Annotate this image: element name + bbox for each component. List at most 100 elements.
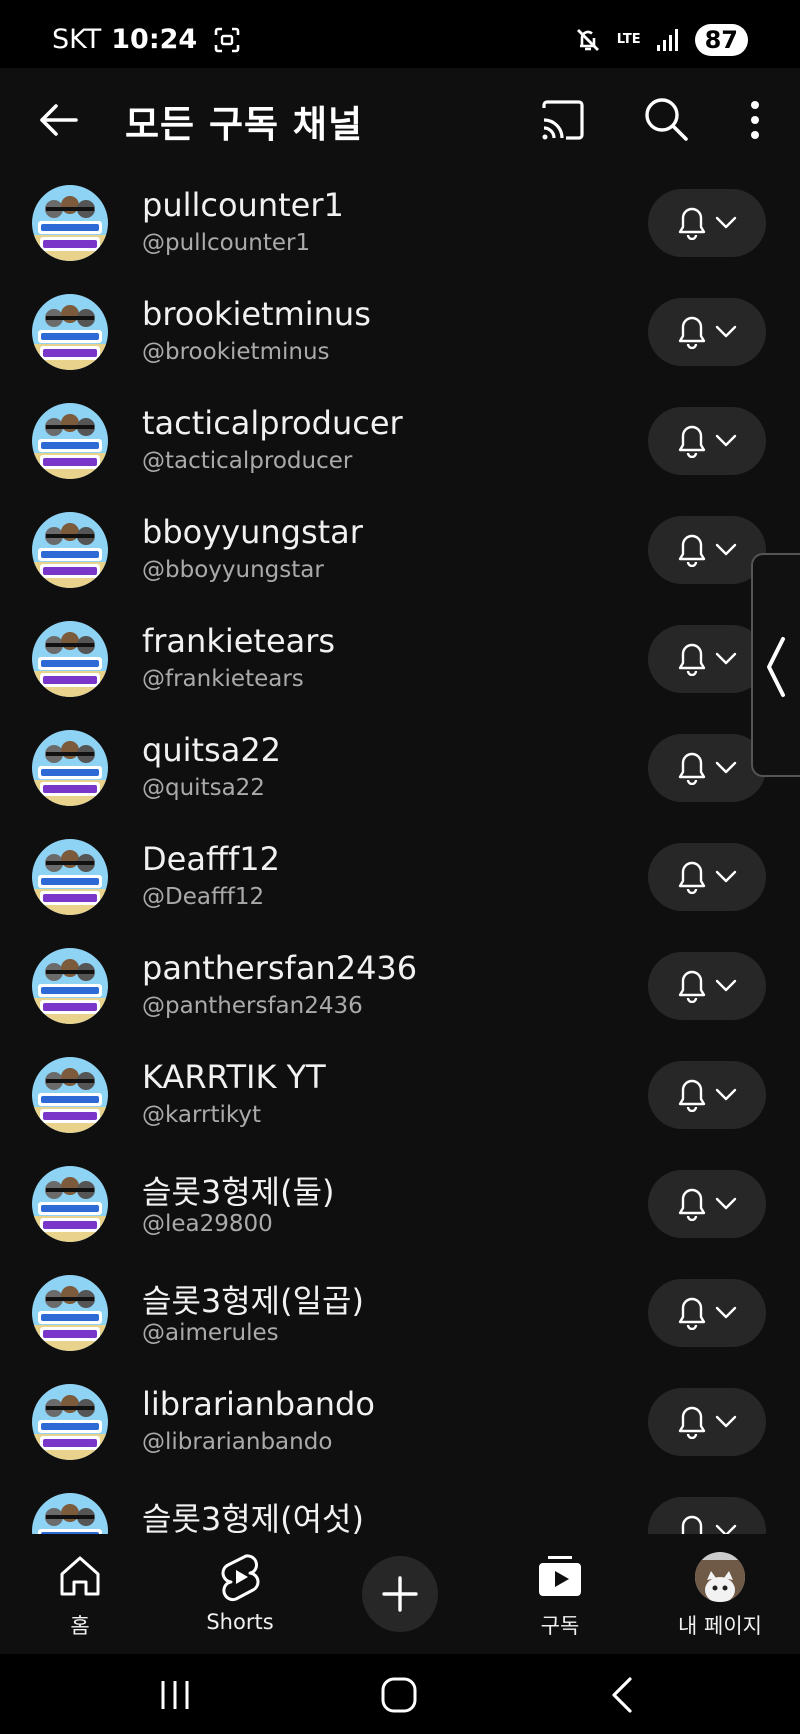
channel-avatar-image — [32, 621, 108, 697]
cast-icon[interactable] — [540, 98, 586, 142]
nav-subscriptions-label: 구독 — [540, 1614, 580, 1638]
nav-home-label: 홈 — [70, 1614, 90, 1638]
notification-settings-button[interactable] — [648, 189, 766, 257]
channel-avatar[interactable] — [32, 294, 108, 370]
channel-avatar[interactable] — [32, 512, 108, 588]
create-button[interactable] — [362, 1556, 438, 1632]
more-options-icon[interactable] — [740, 98, 770, 142]
channel-name[interactable]: brookietminus — [142, 295, 371, 333]
channel-row[interactable]: tacticalproducer @tacticalproducer — [0, 390, 800, 499]
channel-row[interactable]: 슬롯3형제(여섯) — [0, 1480, 800, 1534]
channel-avatar[interactable] — [32, 185, 108, 261]
back-arrow-icon[interactable] — [36, 98, 80, 142]
channel-avatar[interactable] — [32, 1493, 108, 1534]
battery-level: 87 — [694, 24, 748, 56]
nav-home[interactable]: 홈 — [5, 1544, 155, 1644]
bell-icon — [678, 425, 706, 458]
channel-name[interactable]: 슬롯3형제(둘) — [142, 1167, 335, 1213]
chevron-down-icon — [715, 1415, 737, 1428]
shorts-icon — [221, 1554, 260, 1602]
channel-row[interactable]: quitsa22 @quitsa22 — [0, 717, 800, 826]
channel-name[interactable]: 슬롯3형제(여섯) — [142, 1494, 364, 1534]
recent-apps-icon[interactable] — [158, 1678, 192, 1712]
channel-name[interactable]: pullcounter1 — [142, 186, 344, 224]
app-bar: 모든 구독 채널 — [0, 68, 800, 172]
edge-panel-handle[interactable] — [751, 553, 800, 777]
channel-avatar[interactable] — [32, 1057, 108, 1133]
channel-name[interactable]: Deafff12 — [142, 840, 280, 878]
channel-avatar-image — [32, 1493, 108, 1534]
bottom-navigation: 홈 Shorts 구독 내 페이지 — [0, 1534, 800, 1654]
channel-row[interactable]: 슬롯3형제(일곱) @aimerules — [0, 1262, 800, 1371]
notification-settings-button[interactable] — [648, 625, 766, 693]
channel-row[interactable]: bboyyungstar @bboyyungstar — [0, 499, 800, 608]
system-back-icon[interactable] — [608, 1676, 638, 1714]
channel-avatar-image — [32, 839, 108, 915]
notification-settings-button[interactable] — [648, 1497, 766, 1534]
profile-avatar — [695, 1552, 745, 1602]
channel-name[interactable]: KARRTIK YT — [142, 1058, 326, 1096]
notification-settings-button[interactable] — [648, 843, 766, 911]
channel-avatar-image — [32, 403, 108, 479]
notification-settings-button[interactable] — [648, 1388, 766, 1456]
nav-subscriptions[interactable]: 구독 — [485, 1544, 635, 1644]
bell-icon — [678, 1188, 706, 1221]
channel-list: pullcounter1 @pullcounter1 brookietminus… — [0, 172, 800, 1534]
notification-settings-button[interactable] — [648, 1170, 766, 1238]
channel-row[interactable]: librarianbando @librarianbando — [0, 1371, 800, 1480]
channel-avatar[interactable] — [32, 1166, 108, 1242]
channel-row[interactable]: 슬롯3형제(둘) @lea29800 — [0, 1153, 800, 1262]
channel-handle: @bboyyungstar — [142, 557, 324, 583]
channel-avatar[interactable] — [32, 948, 108, 1024]
chevron-down-icon — [715, 761, 737, 774]
channel-name[interactable]: 슬롯3형제(일곱) — [142, 1276, 364, 1322]
channel-name[interactable]: quitsa22 — [142, 731, 281, 769]
channel-row[interactable]: KARRTIK YT @karrtikyt — [0, 1044, 800, 1153]
channel-handle: @panthersfan2436 — [142, 993, 363, 1019]
bell-icon — [678, 861, 706, 894]
channel-row[interactable]: Deafff12 @Deafff12 — [0, 826, 800, 935]
search-icon[interactable] — [643, 96, 689, 142]
channel-avatar[interactable] — [32, 730, 108, 806]
channel-name[interactable]: frankietears — [142, 622, 335, 660]
channel-avatar[interactable] — [32, 621, 108, 697]
notification-settings-button[interactable] — [648, 516, 766, 584]
nav-profile[interactable]: 내 페이지 — [645, 1544, 795, 1644]
channel-name[interactable]: tacticalproducer — [142, 404, 403, 442]
channel-handle: @aimerules — [142, 1320, 279, 1346]
channel-avatar[interactable] — [32, 839, 108, 915]
bell-icon — [678, 534, 706, 567]
chevron-down-icon — [715, 652, 737, 665]
status-bar: SKT 10:24 LTE 87 — [0, 0, 800, 68]
chevron-down-icon — [715, 216, 737, 229]
notification-settings-button[interactable] — [648, 1279, 766, 1347]
notification-settings-button[interactable] — [648, 1061, 766, 1129]
bell-icon — [678, 207, 706, 240]
channel-row[interactable]: frankietears @frankietears — [0, 608, 800, 717]
mute-icon — [576, 29, 599, 51]
channel-handle: @frankietears — [142, 666, 304, 692]
notification-settings-button[interactable] — [648, 952, 766, 1020]
channel-avatar[interactable] — [32, 1384, 108, 1460]
channel-row[interactable]: pullcounter1 @pullcounter1 — [0, 172, 800, 281]
channel-row[interactable]: panthersfan2436 @panthersfan2436 — [0, 935, 800, 1044]
nav-shorts[interactable]: Shorts — [165, 1544, 315, 1644]
profile-avatar-image — [695, 1560, 745, 1602]
bell-icon — [678, 1079, 706, 1112]
notification-settings-button[interactable] — [648, 298, 766, 366]
channel-name[interactable]: bboyyungstar — [142, 513, 363, 551]
nav-shorts-label: Shorts — [206, 1610, 274, 1634]
subscriptions-icon — [539, 1556, 581, 1596]
home-button-icon[interactable] — [380, 1676, 418, 1714]
channel-handle: @librarianbando — [142, 1429, 333, 1455]
channel-avatar[interactable] — [32, 1275, 108, 1351]
notification-settings-button[interactable] — [648, 407, 766, 475]
channel-name[interactable]: panthersfan2436 — [142, 949, 417, 987]
channel-avatar[interactable] — [32, 403, 108, 479]
channel-avatar-image — [32, 1384, 108, 1460]
notification-settings-button[interactable] — [648, 734, 766, 802]
channel-handle: @karrtikyt — [142, 1102, 262, 1128]
channel-row[interactable]: brookietminus @brookietminus — [0, 281, 800, 390]
channel-avatar-image — [32, 294, 108, 370]
channel-name[interactable]: librarianbando — [142, 1385, 375, 1423]
